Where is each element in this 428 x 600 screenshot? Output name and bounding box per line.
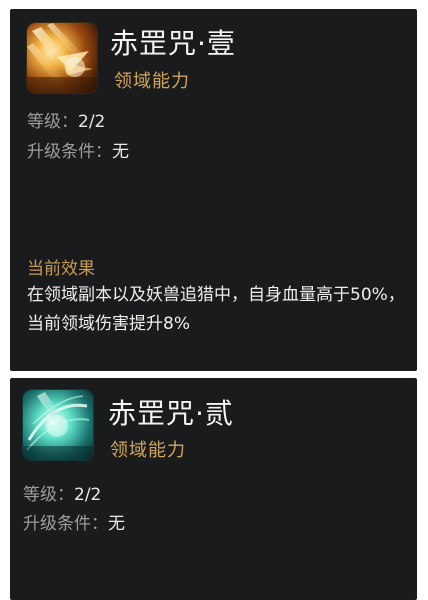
skill-tooltips: 赤罡咒·壹 领域能力 等级：2/2 升级条件：无 当前效果 在领域副本以及妖兽追… (0, 0, 428, 600)
skill-title: 赤罡咒·贰 (108, 397, 234, 430)
upgrade-label: 升级条件： (27, 142, 112, 162)
upgrade-value: 无 (108, 514, 125, 534)
effect-text: 在领域副本以及妖兽追猎中，自身血量高于50%，当前领域伤害提升8% (27, 285, 405, 334)
cyan-slash-icon (23, 390, 93, 460)
skill-card-1: 赤罡咒·壹 领域能力 等级：2/2 升级条件：无 当前效果 在领域副本以及妖兽追… (10, 9, 417, 371)
level-row: 等级：2/2 (27, 107, 105, 132)
upgrade-label: 升级条件： (23, 514, 108, 534)
upgrade-value: 无 (112, 142, 129, 162)
level-value: 2/2 (78, 112, 106, 132)
skill-title: 赤罡咒·壹 (110, 27, 236, 60)
skill-type: 领域能力 (110, 440, 186, 461)
skill-card-2: 赤罡咒·贰 领域能力 等级：2/2 升级条件：无 (10, 378, 417, 600)
level-row: 等级：2/2 (23, 480, 101, 505)
effect-label: 当前效果 (27, 259, 95, 279)
upgrade-row: 升级条件：无 (23, 509, 125, 534)
level-label: 等级： (23, 485, 74, 505)
level-value: 2/2 (74, 485, 102, 505)
upgrade-row: 升级条件：无 (27, 137, 129, 162)
level-label: 等级： (27, 112, 78, 132)
golden-strike-icon (27, 23, 97, 93)
skill-type: 领域能力 (114, 71, 190, 92)
